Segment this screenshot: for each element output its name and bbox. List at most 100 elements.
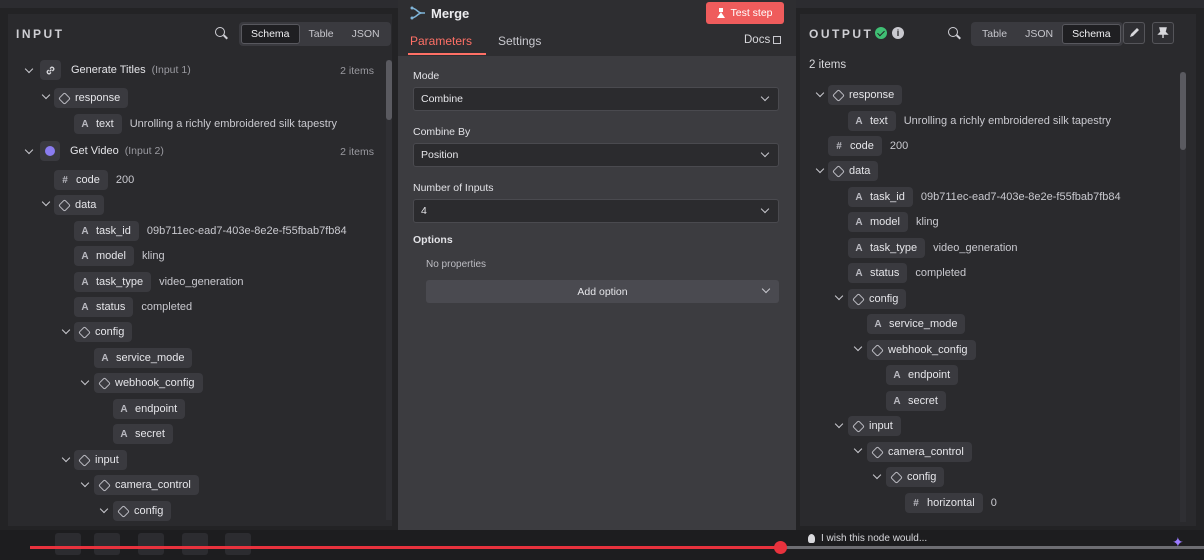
tab-parameters[interactable]: Parameters bbox=[410, 34, 472, 48]
chevron-down-icon[interactable] bbox=[24, 66, 34, 76]
field-row[interactable]: Aendpoint bbox=[886, 364, 959, 386]
chevron-down-icon[interactable] bbox=[834, 421, 844, 431]
zoom-in-button[interactable] bbox=[94, 533, 120, 555]
lightbulb-icon bbox=[808, 534, 815, 543]
output-tab-json[interactable]: JSON bbox=[1016, 24, 1062, 44]
number-icon: # bbox=[913, 497, 919, 509]
zoom-out-button[interactable] bbox=[138, 533, 164, 555]
chevron-down-icon[interactable] bbox=[41, 92, 51, 102]
field-row[interactable]: camera_control bbox=[867, 441, 972, 463]
node-header-get-video[interactable]: Get Video (Input 2) bbox=[40, 140, 164, 162]
chevron-down-icon[interactable] bbox=[61, 455, 71, 465]
search-icon[interactable] bbox=[948, 27, 960, 39]
mode-select[interactable]: Combine bbox=[413, 87, 779, 111]
combine-by-label: Combine By bbox=[413, 126, 471, 138]
edit-output-button[interactable] bbox=[1123, 22, 1145, 44]
undo-button[interactable] bbox=[182, 533, 208, 555]
feedback-prompt[interactable]: I wish this node would... bbox=[808, 533, 927, 544]
output-tab-table[interactable]: Table bbox=[973, 24, 1016, 44]
field-row[interactable]: Aendpoint bbox=[113, 398, 186, 420]
number-icon: # bbox=[836, 140, 842, 152]
video-progress-handle[interactable] bbox=[774, 541, 787, 554]
chevron-down-icon[interactable] bbox=[61, 327, 71, 337]
add-option-button[interactable]: Add option bbox=[426, 280, 779, 303]
output-tab-schema[interactable]: Schema bbox=[1062, 24, 1121, 44]
field-row[interactable]: data bbox=[828, 160, 879, 182]
field-row[interactable]: Atask_id 09b711ec-ead7-403e-8e2e-f55fbab… bbox=[848, 186, 1121, 208]
field-row[interactable]: webhook_config bbox=[94, 372, 203, 394]
test-step-button[interactable]: Test step bbox=[706, 2, 784, 24]
field-row[interactable]: Aservice_mode bbox=[94, 347, 193, 369]
video-progress-remaining[interactable] bbox=[781, 546, 1204, 549]
field-row[interactable]: Amodel kling bbox=[848, 211, 939, 233]
pin-data-button[interactable] bbox=[1152, 22, 1174, 44]
chevron-down-icon[interactable] bbox=[834, 293, 844, 303]
chevron-down-icon[interactable] bbox=[853, 344, 863, 354]
chevron-down-icon[interactable] bbox=[853, 446, 863, 456]
field-row[interactable]: Atask_type video_generation bbox=[74, 271, 244, 293]
field-row[interactable]: Amodel kling bbox=[74, 245, 165, 267]
video-progress-fill[interactable] bbox=[30, 546, 781, 549]
field-row[interactable]: webhook_config bbox=[867, 339, 976, 361]
field-row[interactable]: # code 200 bbox=[54, 169, 134, 191]
node-header-generate-titles[interactable]: Generate Titles (Input 1) bbox=[40, 59, 191, 81]
field-row[interactable]: Astatus completed bbox=[848, 262, 966, 284]
mode-label: Mode bbox=[413, 70, 440, 82]
field-row[interactable]: response bbox=[828, 84, 903, 106]
chevron-down-icon[interactable] bbox=[80, 480, 90, 490]
output-scrollbar[interactable] bbox=[1180, 72, 1186, 522]
field-row[interactable]: Atext Unrolling a richly embroidered sil… bbox=[848, 110, 1111, 132]
field-row[interactable]: Atext Unrolling a richly embroidered sil… bbox=[74, 113, 337, 135]
field-row[interactable]: config bbox=[74, 321, 133, 343]
field-row[interactable]: camera_control bbox=[94, 474, 199, 496]
debug-button[interactable] bbox=[225, 533, 251, 555]
chevron-down-icon[interactable] bbox=[872, 472, 882, 482]
field-row[interactable]: Asecret bbox=[886, 390, 946, 412]
field-row[interactable]: config bbox=[113, 500, 172, 522]
input-tab-json[interactable]: JSON bbox=[343, 24, 389, 44]
field-row[interactable]: # code 200 bbox=[828, 135, 908, 157]
input-panel-title: INPUT bbox=[16, 27, 65, 41]
object-icon bbox=[78, 325, 91, 339]
field-row[interactable]: response bbox=[54, 87, 129, 109]
string-icon: A bbox=[120, 428, 128, 440]
field-row[interactable]: # horizontal 0 bbox=[905, 492, 997, 514]
search-icon[interactable] bbox=[215, 27, 227, 39]
sparkle-icon[interactable]: ✦ bbox=[1172, 534, 1184, 551]
field-row[interactable]: Aservice_mode bbox=[867, 313, 966, 335]
input-tab-table[interactable]: Table bbox=[300, 24, 343, 44]
object-icon bbox=[871, 343, 884, 357]
chevron-down-icon[interactable] bbox=[99, 506, 109, 516]
input-tab-schema[interactable]: Schema bbox=[241, 24, 300, 44]
chevron-down-icon[interactable] bbox=[815, 90, 825, 100]
field-row[interactable]: Astatus completed bbox=[74, 296, 192, 318]
field-row[interactable]: config bbox=[886, 466, 945, 488]
chevron-down-icon[interactable] bbox=[41, 199, 51, 209]
chevron-down-icon[interactable] bbox=[815, 166, 825, 176]
fit-view-button[interactable] bbox=[55, 533, 81, 555]
field-row[interactable]: input bbox=[74, 449, 127, 471]
field-row[interactable]: input bbox=[848, 415, 901, 437]
object-icon bbox=[832, 88, 845, 102]
output-view-toggle: Table JSON Schema bbox=[971, 22, 1123, 46]
tab-settings[interactable]: Settings bbox=[498, 34, 541, 48]
info-icon[interactable]: i bbox=[892, 27, 904, 39]
field-row[interactable]: config bbox=[848, 288, 907, 310]
object-icon bbox=[98, 376, 111, 390]
options-label: Options bbox=[413, 234, 453, 246]
chevron-down-icon[interactable] bbox=[80, 378, 90, 388]
string-icon: A bbox=[81, 118, 89, 130]
field-row[interactable]: data bbox=[54, 194, 105, 216]
docs-link[interactable]: Docs bbox=[744, 34, 782, 46]
combine-by-select[interactable]: Position bbox=[413, 143, 779, 167]
field-row[interactable]: Asecret bbox=[113, 423, 173, 445]
chevron-down-icon[interactable] bbox=[24, 147, 34, 157]
input-scrollbar[interactable] bbox=[386, 60, 392, 520]
field-row[interactable]: Atask_id 09b711ec-ead7-403e-8e2e-f55fbab… bbox=[74, 220, 347, 242]
node-name: Get Video bbox=[70, 145, 119, 157]
number-of-inputs-select[interactable]: 4 bbox=[413, 199, 779, 223]
string-icon: A bbox=[855, 267, 863, 279]
chevron-down-icon bbox=[760, 150, 770, 160]
field-row[interactable]: Atask_type video_generation bbox=[848, 237, 1018, 259]
object-icon bbox=[852, 292, 865, 306]
